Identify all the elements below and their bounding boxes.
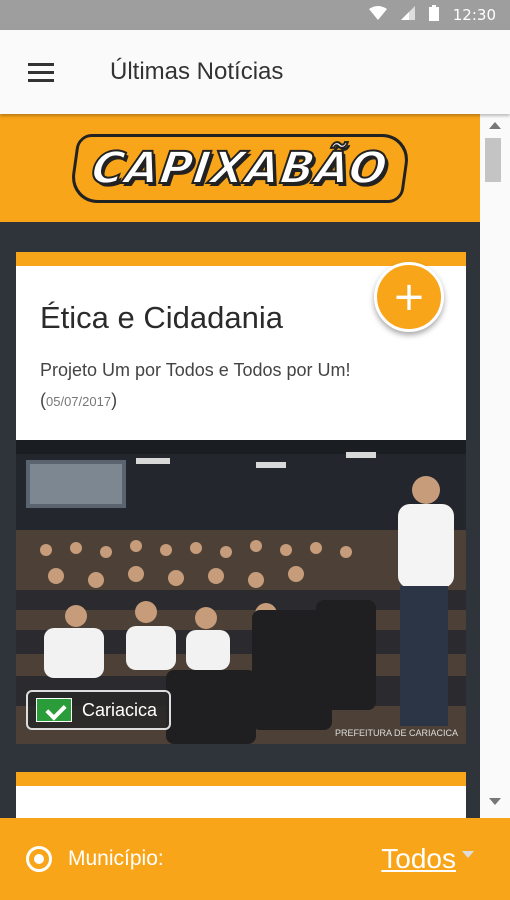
municipio-select[interactable]: Todos [381, 843, 474, 875]
news-subtitle: Projeto Um por Todos e Todos por Um! [40, 360, 351, 380]
status-bar: 12:30 [0, 0, 510, 30]
news-photo[interactable]: Cariacica PREFEITURA DE CARIACICA [16, 440, 466, 744]
scroll-up-arrow-icon[interactable] [489, 122, 501, 129]
app-bar: Últimas Notícias [0, 30, 510, 114]
news-card[interactable] [16, 772, 466, 818]
status-time: 12:30 [452, 6, 496, 24]
news-title: Ética e Cidadania [40, 300, 283, 335]
location-icon [26, 846, 52, 872]
battery-icon [428, 4, 439, 26]
news-feed[interactable]: CAPIXABÃO Ética e Cidadania Projeto Um p… [0, 114, 480, 818]
wifi-icon [368, 5, 387, 25]
date-close-paren: ) [111, 390, 118, 410]
news-date-line: (05/07/2017) [40, 390, 117, 411]
scroll-thumb[interactable] [485, 138, 501, 182]
municipio-bar: Município: Todos [0, 818, 510, 900]
capixabao-logo: CAPIXABÃO [68, 133, 412, 203]
signal-icon [400, 5, 415, 25]
cariacica-flag-icon [36, 698, 72, 722]
dropdown-arrow-icon[interactable] [462, 851, 474, 858]
municipio-selected-value[interactable]: Todos [381, 843, 456, 875]
prefeitura-watermark: PREFEITURA DE CARIACICA [334, 728, 458, 738]
news-date: 05/07/2017 [46, 394, 112, 409]
add-fab-button[interactable]: + [374, 262, 444, 332]
hamburger-menu-icon[interactable] [28, 52, 68, 92]
scrollbar[interactable] [480, 114, 510, 818]
logo-banner: CAPIXABÃO [0, 114, 480, 222]
city-name: Cariacica [82, 699, 158, 720]
page-title: Últimas Notícias [110, 58, 284, 85]
scroll-down-arrow-icon[interactable] [489, 798, 501, 805]
city-badge: Cariacica [26, 690, 172, 730]
municipio-label: Município: [68, 847, 164, 870]
